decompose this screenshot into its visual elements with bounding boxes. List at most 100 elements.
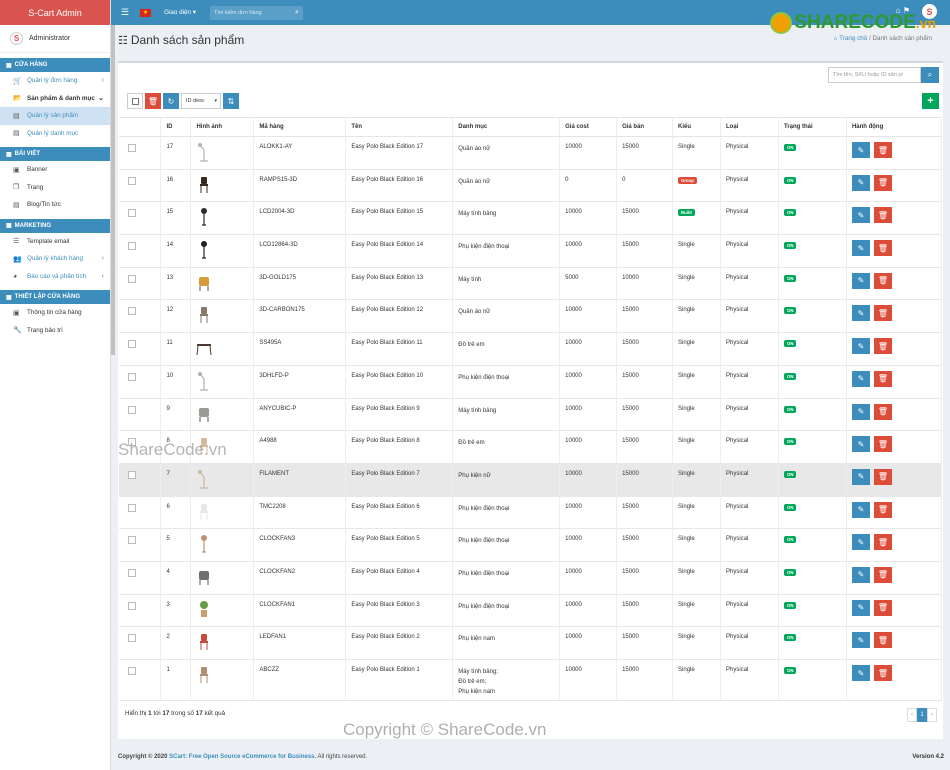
edit-icon[interactable]: ✎	[851, 534, 870, 551]
trash-icon[interactable]: 🗑	[873, 370, 892, 387]
language-flag-icon[interactable]: ★	[140, 8, 152, 17]
row-checkbox[interactable]	[128, 307, 136, 316]
table-row[interactable]: 8 A4988 Easy Polo Black Edition 8 Đồ trẻ em…	[119, 430, 943, 464]
trash-icon[interactable]: 🗑	[873, 240, 892, 257]
edit-icon[interactable]: ✎	[851, 566, 870, 583]
row-checkbox[interactable]	[128, 209, 136, 218]
row-checkbox[interactable]	[128, 667, 136, 675]
table-row[interactable]: 5 CLOCKFAN3 Easy Polo Black Edition 5 Phụ k…	[119, 528, 943, 562]
column-header[interactable]: Danh mục	[452, 117, 561, 137]
refresh-button[interactable]: ↻	[163, 93, 179, 109]
row-checkbox[interactable]	[128, 634, 136, 643]
table-row[interactable]: 16 RAMPS15-3D Easy Polo Black Edition 16 Qu…	[119, 169, 943, 203]
sidebar-item[interactable]: 🔧 Trang bảo trì	[0, 322, 110, 340]
column-header[interactable]	[119, 117, 162, 137]
table-row[interactable]: 1 ABCZZ Easy Polo Black Edition 1 Máy tính …	[119, 659, 943, 701]
table-row[interactable]: 17 ALOKK1-AY Easy Polo Black Edition 17 Quầ…	[119, 136, 943, 170]
row-select[interactable]	[119, 299, 162, 334]
sidebar-item[interactable]: ▣ Thông tin cửa hàng	[0, 304, 110, 322]
table-row[interactable]: 7 FILAMENT Easy Polo Black Edition 7 Phụ ki…	[119, 463, 943, 497]
row-checkbox[interactable]	[128, 372, 136, 381]
trash-icon[interactable]: 🗑	[873, 436, 892, 453]
edit-icon[interactable]: ✎	[851, 370, 870, 387]
column-header[interactable]: Hình ảnh	[190, 117, 255, 137]
column-header[interactable]: ID	[160, 117, 192, 137]
pagination-page-1[interactable]: 1	[917, 708, 927, 722]
row-checkbox[interactable]	[128, 470, 136, 479]
row-checkbox[interactable]	[128, 601, 136, 610]
row-checkbox[interactable]	[128, 274, 136, 283]
row-select[interactable]	[119, 267, 162, 301]
edit-icon[interactable]: ✎	[851, 632, 870, 649]
sidebar-item[interactable]: 🛒 Quản lý đơn hàng ‹	[0, 72, 110, 90]
add-product-button[interactable]: +	[922, 93, 939, 109]
trash-icon[interactable]: 🗑	[873, 142, 892, 158]
table-row[interactable]: 11 SS495A Easy Polo Black Edition 11 Đồ trẻ…	[119, 332, 943, 366]
row-checkbox[interactable]	[128, 176, 136, 185]
trash-icon[interactable]: 🗑	[873, 403, 892, 420]
edit-icon[interactable]: ✎	[851, 142, 870, 158]
row-checkbox[interactable]	[128, 568, 136, 577]
trash-icon[interactable]: 🗑	[873, 632, 892, 649]
table-row[interactable]: 3 CLOCKFAN1 Easy Polo Black Edition 3 Phụ k…	[119, 594, 943, 628]
row-checkbox[interactable]	[128, 503, 136, 512]
row-select[interactable]	[119, 594, 162, 628]
sidebar-scrollbar[interactable]	[111, 0, 115, 355]
table-row[interactable]: 4 CLOCKFAN2 Easy Polo Black Edition 4 Phụ k…	[119, 561, 943, 595]
row-select[interactable]	[119, 332, 162, 366]
table-row[interactable]: 15 LCD2004-3D Easy Polo Black Edition 15 Má…	[119, 201, 943, 236]
row-select[interactable]	[119, 201, 162, 236]
table-row[interactable]: 9 ANYCUBIC-P Easy Polo Black Edition 9 Máy …	[119, 398, 943, 432]
sidebar-item[interactable]: ◕ Báo cáo và phân tích ‹	[0, 268, 110, 286]
trash-icon[interactable]: 🗑	[873, 665, 892, 681]
trash-icon[interactable]: 🗑	[873, 501, 892, 518]
table-row[interactable]: 10 3DHLFD-P Easy Polo Black Edition 10 Phụ …	[119, 365, 943, 399]
table-row[interactable]: 12 3D-CARBON175 Easy Polo Black Edition 12…	[119, 299, 943, 334]
edit-icon[interactable]: ✎	[851, 436, 870, 453]
column-header[interactable]: Mã hàng	[253, 117, 347, 137]
row-select[interactable]	[119, 169, 162, 203]
row-select[interactable]	[119, 234, 162, 268]
table-row[interactable]: 6 TMC2208 Easy Polo Black Edition 6 Phụ kiệ…	[119, 496, 943, 530]
trash-icon[interactable]: 🗑	[873, 174, 892, 191]
row-select[interactable]	[119, 463, 162, 497]
sidebar-item[interactable]: 📂 Sản phẩm & danh mục ⌄	[0, 90, 110, 108]
sidebar-item[interactable]: ▤ Quản lý danh mục	[0, 125, 110, 143]
search-icon[interactable]: ⌕	[295, 9, 299, 17]
row-select[interactable]	[119, 561, 162, 595]
edit-icon[interactable]: ✎	[851, 240, 870, 257]
column-header[interactable]: Giá bán	[616, 117, 674, 137]
sidebar-item[interactable]: ▣ Banner	[0, 161, 110, 179]
row-select[interactable]	[119, 528, 162, 562]
column-header[interactable]: Tên	[345, 117, 454, 137]
trash-icon[interactable]: 🗑	[873, 599, 892, 616]
edit-icon[interactable]: ✎	[851, 207, 870, 224]
pagination-next[interactable]: ›	[927, 708, 937, 722]
trash-icon[interactable]: 🗑	[873, 534, 892, 551]
edit-icon[interactable]: ✎	[851, 501, 870, 518]
pagination-prev[interactable]: ‹	[907, 708, 917, 722]
edit-icon[interactable]: ✎	[851, 599, 870, 616]
sidebar-item[interactable]: ☰ Template email	[0, 233, 110, 251]
row-checkbox[interactable]	[128, 144, 136, 152]
trash-icon[interactable]: 🗑	[873, 566, 892, 583]
trash-icon[interactable]: 🗑	[873, 338, 892, 355]
column-header[interactable]: Loại	[720, 117, 779, 137]
edit-icon[interactable]: ✎	[851, 468, 870, 485]
breadcrumb-home[interactable]: ⌂ Trang chủ	[834, 35, 868, 42]
menu-toggle-icon[interactable]: ☰	[121, 7, 129, 18]
sort-select[interactable]: ID desc ▾	[181, 93, 221, 109]
trash-icon[interactable]: 🗑	[873, 468, 892, 485]
row-select[interactable]	[119, 496, 162, 530]
edit-icon[interactable]: ✎	[851, 272, 870, 289]
row-checkbox[interactable]	[128, 405, 136, 414]
column-header[interactable]: Hành động	[846, 117, 943, 137]
row-checkbox[interactable]	[128, 536, 136, 545]
trash-icon[interactable]: 🗑	[873, 207, 892, 224]
edit-icon[interactable]: ✎	[851, 338, 870, 355]
sidebar-item[interactable]: ▤ Blog/Tin tức	[0, 196, 110, 214]
product-search-input[interactable]: Tìm tên, SKU hoặc ID sản pl	[828, 67, 921, 83]
sidebar-item[interactable]: ❐ Trang	[0, 179, 110, 197]
trash-icon[interactable]: 🗑	[873, 305, 892, 322]
trash-icon[interactable]: 🗑	[873, 272, 892, 289]
